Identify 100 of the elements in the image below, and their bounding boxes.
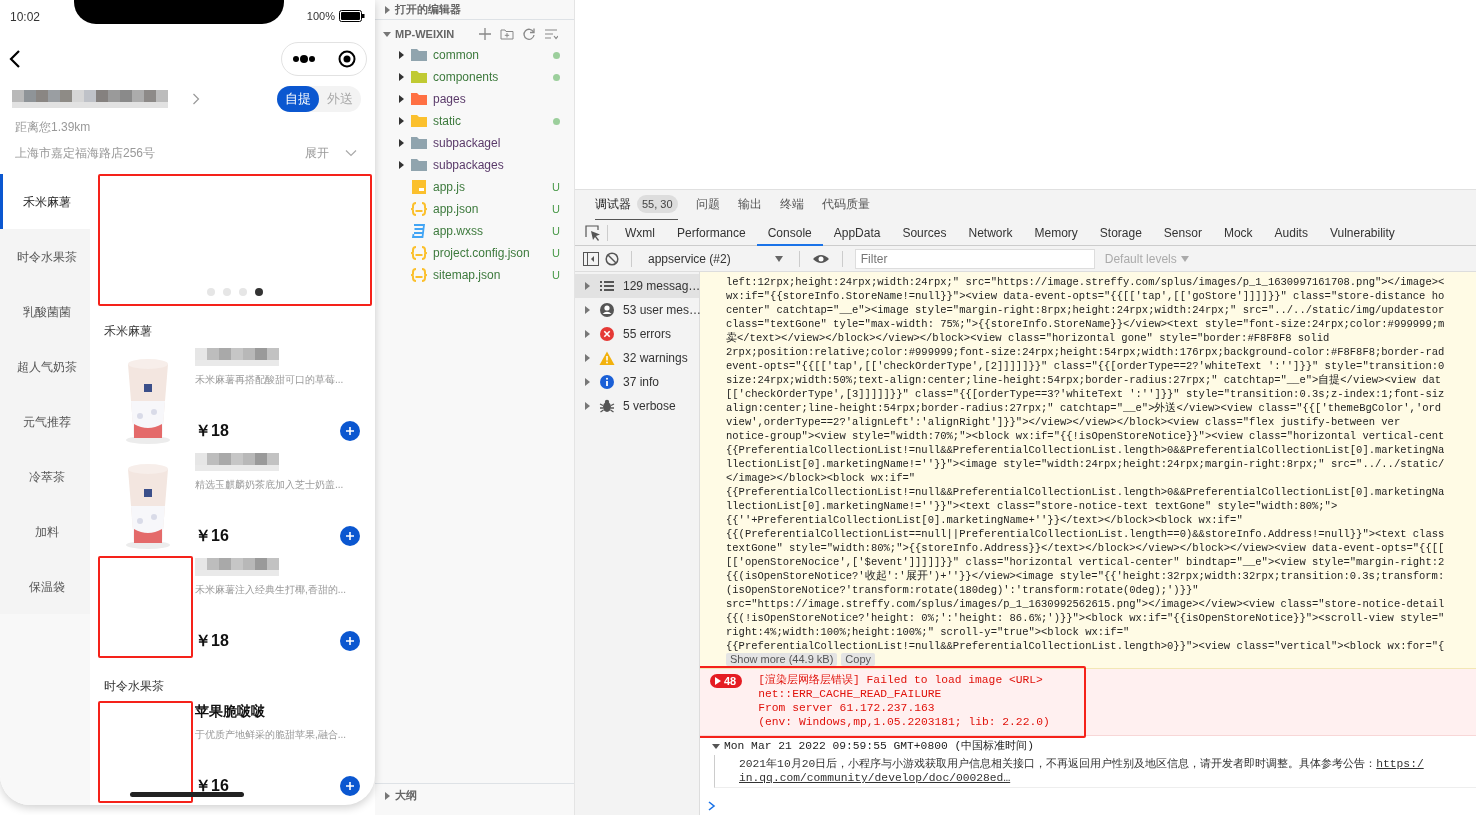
add-button[interactable] [340, 526, 360, 546]
file-tree-item[interactable]: project.config.json [433, 244, 547, 262]
product-description: 禾米麻薯再搭配酸甜可口的草莓... [195, 373, 345, 387]
category-item[interactable]: 加料 [0, 504, 90, 559]
console-filter-item[interactable]: 129 messag… [575, 274, 699, 298]
chevron-right-icon[interactable] [192, 93, 200, 105]
file-tree-item[interactable]: common [433, 46, 547, 64]
devtools-tab[interactable]: Wxml [614, 219, 666, 246]
console-filter-item[interactable]: 32 warnings [575, 346, 699, 370]
devtools-tab[interactable]: Memory [1023, 219, 1089, 246]
devtools-tab[interactable]: AppData [822, 219, 892, 246]
plus-icon [345, 781, 355, 791]
code-line: align:center;line-height:54rpx;border-radius:27rpx;" catchtap="__e">外送</view><view class="{{['themeBgColor','ord [726, 401, 1443, 415]
file-tree-item[interactable]: app.js [433, 178, 547, 196]
console-filter-item[interactable]: 55 errors [575, 322, 699, 346]
section-header[interactable]: 大纲 [395, 787, 417, 804]
category-item[interactable]: 时令水果茶 [0, 229, 90, 284]
section-title: 禾米麻薯 [103, 323, 153, 340]
small-button[interactable]: Show more (44.9 kB) [726, 653, 838, 666]
devtools-tab[interactable]: Performance [666, 219, 757, 246]
status-time: 10:02 [10, 9, 41, 26]
file-tree-item[interactable]: sitemap.json [433, 266, 547, 284]
battery-level: 100% [306, 9, 335, 24]
console-filter-item[interactable]: 5 verbose [575, 394, 699, 418]
file-tree-item[interactable]: app.wxss [433, 222, 547, 240]
section-header[interactable]: 打开的编辑器 [395, 1, 461, 18]
order-type-option[interactable]: 自提 [277, 86, 319, 112]
new-folder-icon[interactable] [500, 27, 515, 41]
small-button[interactable]: Copy [841, 653, 875, 666]
filter-field[interactable]: Filter [854, 248, 1095, 269]
devtools-tab[interactable]: Network [957, 219, 1024, 246]
panel-tab[interactable]: 终端 [779, 189, 804, 221]
carousel-dot[interactable] [223, 288, 231, 296]
new-file-icon[interactable] [478, 27, 493, 41]
caret-icon[interactable] [397, 139, 405, 147]
console-filter-item[interactable]: 37 info [575, 370, 699, 394]
category-item[interactable]: 禾米麻薯 [0, 174, 90, 229]
filter-label: 5 verbose [623, 398, 676, 415]
devtools-tab[interactable]: Mock [1212, 219, 1264, 246]
category-item[interactable]: 元气推荐 [0, 394, 90, 449]
devtools-tab[interactable]: Sensor [1152, 219, 1213, 246]
add-button[interactable] [340, 631, 360, 651]
capsule-button[interactable] [281, 42, 367, 76]
collapse-icon[interactable] [544, 27, 559, 41]
inspect-icon[interactable] [585, 224, 601, 241]
devtools-tab[interactable]: Sources [891, 219, 958, 246]
panel-tab[interactable]: 代码质量 [821, 189, 870, 221]
console-filter-item[interactable]: 53 user mes… [575, 298, 699, 322]
eye-icon[interactable] [811, 252, 830, 265]
caret-icon[interactable] [397, 95, 405, 103]
file-tree-item[interactable]: subpackages [433, 156, 560, 174]
caret-icon[interactable] [397, 117, 405, 125]
more-icon [292, 55, 316, 63]
category-item[interactable]: 乳酸菌菌 [0, 284, 90, 339]
caret-icon[interactable] [397, 73, 405, 81]
devtools-tab[interactable]: Vulnerability [1318, 219, 1406, 246]
category-item[interactable]: 超人气奶茶 [0, 339, 90, 394]
file-tree-item[interactable]: static [433, 112, 547, 130]
caret-icon[interactable] [712, 742, 720, 751]
panel-tab[interactable]: 问题 [695, 189, 720, 221]
code-line: wx:if="{{storeInfo.StoreName!=null}}"><view data-event-opts="{{[['tap',[['goStore']]]]}}" class="store-distance ho [726, 289, 1446, 303]
devtools-tab[interactable]: Audits [1263, 219, 1319, 246]
git-status: U [552, 267, 560, 283]
code-line: {{(PreferentialCollectionList==null||PreferentialCollectionList.length==0)&&storeInfo.Address!=null}}"><text class [726, 527, 1446, 541]
context-select[interactable]: appservice (#2) [644, 247, 787, 270]
code-line: left:12rpx;height:24rpx;width:24rpx;" src="https://image.streffy.com/splus/images/p_1_1630997161708.png"></image>< [726, 275, 1446, 289]
file-tree-item[interactable]: pages [433, 90, 560, 108]
back-icon[interactable] [8, 49, 22, 69]
store-address: 上海市嘉定福海路店256号 [15, 145, 156, 162]
caret-icon[interactable] [397, 51, 405, 59]
refresh-icon[interactable] [522, 27, 537, 41]
code-line: {{(!isOpenStoreNotice?'height: 0%;':'height: 86.6%;')}}"><block wx:if="{{isOpenStoreNotice}}"><scroll-view style=" [726, 611, 1446, 625]
category-item[interactable]: 冷萃茶 [0, 449, 90, 504]
clear-console-icon[interactable] [605, 251, 619, 266]
link[interactable]: https:/ [1376, 757, 1424, 770]
add-button[interactable] [340, 421, 360, 441]
carousel-dot[interactable] [239, 288, 247, 296]
group-header[interactable]: Mon Mar 21 2022 09:59:55 GMT+0800 (中国标准时间) [724, 738, 1035, 755]
filter-label: 55 errors [623, 326, 672, 343]
caret-icon[interactable] [397, 161, 405, 169]
bug-icon [599, 399, 615, 413]
code-line: {{PreferentialCollectionList!=null&&PreferentialCollectionList.length>0&&PreferentialCollectionList[0].marketingNa [726, 443, 1446, 457]
file-tree-item[interactable]: app.json [433, 200, 547, 218]
category-item[interactable]: 保温袋 [0, 559, 90, 614]
file-tree-item[interactable]: subpackagel [433, 134, 560, 152]
code-line: {{PreferentialCollectionList!=null&&PreferentialCollectionList.length>0}}"><view class="vertical"><block wx:for="{ [726, 639, 1446, 653]
carousel-dot[interactable] [207, 288, 215, 296]
prompt-icon[interactable] [708, 800, 716, 811]
panel-tab[interactable]: 输出 [737, 189, 762, 221]
devtools-tab[interactable]: Storage [1088, 219, 1153, 246]
file-tree-item[interactable]: components [433, 68, 547, 86]
expand-badge[interactable]: 48 [710, 674, 743, 688]
sidebar-toggle-icon[interactable] [583, 251, 599, 266]
carousel-dot[interactable] [255, 288, 263, 296]
tab-label: 调试器 [595, 196, 631, 213]
add-button[interactable] [340, 776, 360, 796]
log-message: 2021年10月20日后，小程序与小游戏获取用户信息相关接口，不再返回用户性别及地区信息，请开发者即时调整。具体参考公告： [739, 757, 1377, 770]
code-line: {{(isOpenStoreNotice?'收起':'展开')+''}}</view><image style="{{'height:32rpx;width:32rpx;transition:0.3s;transform: [726, 569, 1446, 583]
link[interactable]: in.qq.com/community/develop/doc/00028ed… [739, 771, 1011, 784]
section-header[interactable]: MP-WEIXIN [395, 25, 455, 43]
